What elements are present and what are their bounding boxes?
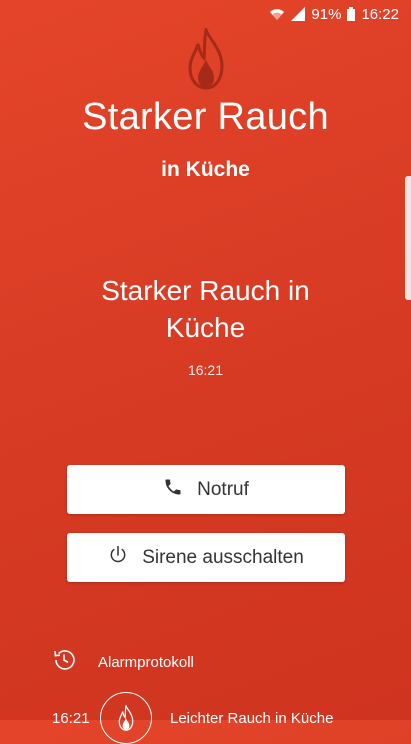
clock: 16:22 <box>361 5 399 23</box>
alert-time: 16:21 <box>187 362 224 378</box>
battery-icon <box>347 7 356 21</box>
flame-icon <box>187 24 224 95</box>
page-subtitle: in Küche <box>161 158 250 181</box>
wifi-icon <box>269 7 285 21</box>
battery-percent: 91% <box>311 5 342 23</box>
log-text: Leichter Rauch in Küche <box>170 709 334 727</box>
log-time: 16:21 <box>52 709 90 727</box>
status-bar: 91% 16:22 <box>0 0 411 28</box>
alarm-protocol-link[interactable]: Alarmprotokoll <box>52 648 194 676</box>
history-icon <box>52 648 76 676</box>
emergency-call-label: Notruf <box>197 478 249 500</box>
siren-off-label: Sirene ausschalten <box>142 546 304 568</box>
alert-message: Starker Rauch in Küche <box>101 275 310 343</box>
emergency-call-button[interactable]: Notruf <box>67 465 345 514</box>
alarm-protocol-label: Alarmprotokoll <box>98 653 194 671</box>
scroll-indicator[interactable] <box>405 176 411 300</box>
flame-icon <box>100 692 152 744</box>
phone-icon <box>163 477 183 503</box>
page-title: Starker Rauch <box>82 96 329 138</box>
signal-icon <box>291 7 306 21</box>
power-icon <box>108 545 128 571</box>
siren-off-button[interactable]: Sirene ausschalten <box>67 533 345 582</box>
list-item[interactable]: 16:21 Leichter Rauch in Küche <box>52 692 411 744</box>
